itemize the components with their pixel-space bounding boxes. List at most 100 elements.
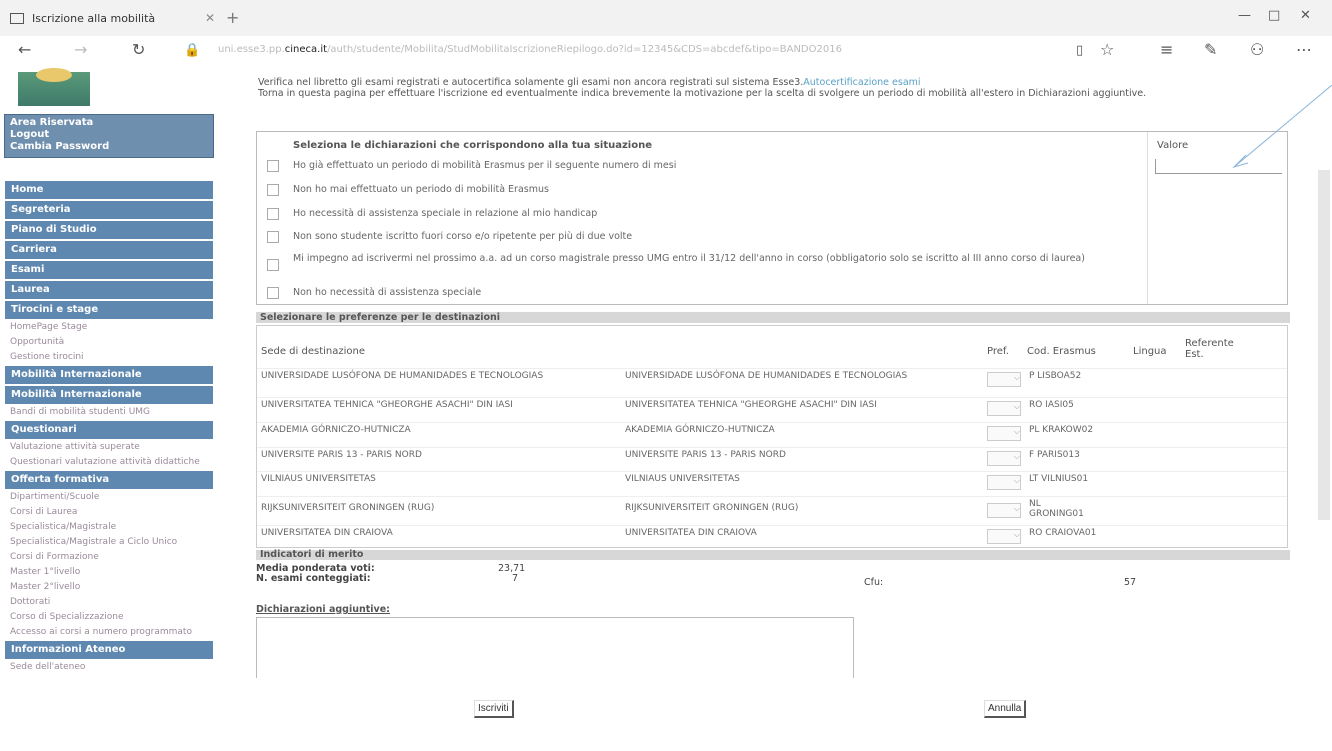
menu-laurea[interactable]: Laurea bbox=[4, 280, 214, 300]
destination-name: UNIVERSITATEA DIN CRAIOVA bbox=[261, 528, 393, 538]
menu-opportunita[interactable]: Opportunità bbox=[4, 335, 214, 350]
menu-home[interactable]: Home bbox=[4, 180, 214, 200]
maximize-icon[interactable]: □ bbox=[1268, 8, 1280, 23]
browser-tab[interactable]: Iscrizione alla mobilità ✕ bbox=[10, 6, 215, 30]
menu-questionari-valutazione[interactable]: Questionari valutazione attività didatti… bbox=[4, 455, 214, 470]
tab-page-icon bbox=[10, 12, 24, 24]
destination-name-2: UNIVERSITE PARIS 13 - PARIS NORD bbox=[625, 450, 786, 460]
pref-select[interactable]: ⌵ bbox=[987, 529, 1021, 544]
forward-icon[interactable]: → bbox=[74, 40, 87, 59]
menu-specializzazione[interactable]: Corso di Specializzazione bbox=[4, 610, 214, 625]
menu-mobilita-2[interactable]: Mobilità Internazionale bbox=[4, 385, 214, 405]
annulla-button[interactable]: Annulla bbox=[984, 700, 1027, 718]
esami-value: 7 bbox=[512, 573, 519, 584]
menu-gestione-tirocini[interactable]: Gestione tirocini bbox=[4, 350, 214, 365]
col-lingua-header: Lingua bbox=[1133, 346, 1167, 357]
menu-valutazione-attivita[interactable]: Valutazione attività superate bbox=[4, 440, 214, 455]
declarations-box: Seleziona le dichiarazioni che corrispon… bbox=[256, 131, 1288, 305]
col-cod-header: Cod. Erasmus bbox=[1027, 346, 1096, 357]
close-window-icon[interactable]: ✕ bbox=[1300, 8, 1311, 23]
favorite-star-icon[interactable]: ☆ bbox=[1100, 40, 1114, 59]
reading-view-icon[interactable]: ▯ bbox=[1076, 43, 1083, 58]
close-tab-icon[interactable]: ✕ bbox=[205, 11, 215, 25]
url-domain: cineca.it bbox=[284, 44, 328, 55]
hub-icon[interactable]: ≡ bbox=[1160, 40, 1173, 59]
value-header: Valore bbox=[1157, 140, 1189, 151]
declaration-checkbox[interactable] bbox=[267, 184, 279, 196]
table-row: RIJKSUNIVERSITEIT GRONINGEN (RUG) RIJKSUN… bbox=[257, 496, 1287, 524]
pref-select[interactable]: ⌵ bbox=[987, 451, 1021, 466]
page-scrollbar[interactable] bbox=[1318, 170, 1330, 520]
declaration-checkbox[interactable] bbox=[267, 287, 279, 299]
menu-informazioni-ateneo[interactable]: Informazioni Ateneo bbox=[4, 640, 214, 660]
menu-carriera[interactable]: Carriera bbox=[4, 240, 214, 260]
destination-name-2: VILNIAUS UNIVERSITETAS bbox=[625, 474, 740, 484]
refresh-icon[interactable]: ↻ bbox=[132, 40, 145, 59]
declaration-checkbox[interactable] bbox=[267, 208, 279, 220]
destination-name: UNIVERSITE PARIS 13 - PARIS NORD bbox=[261, 450, 422, 460]
menu-dipartimenti[interactable]: Dipartimenti/Scuole bbox=[4, 490, 214, 505]
menu-segreteria[interactable]: Segreteria bbox=[4, 200, 214, 220]
back-icon[interactable]: ← bbox=[18, 40, 31, 59]
extra-declarations-label: Dichiarazioni aggiuntive: bbox=[256, 604, 390, 615]
new-tab-icon[interactable]: + bbox=[226, 8, 239, 27]
menu-corsi-formazione[interactable]: Corsi di Formazione bbox=[4, 550, 214, 565]
col-sede-header: Sede di destinazione bbox=[261, 346, 365, 357]
menu-specialistica[interactable]: Specialistica/Magistrale bbox=[4, 520, 214, 535]
menu-mobilita-1[interactable]: Mobilità Internazionale bbox=[4, 365, 214, 385]
declaration-checkbox[interactable] bbox=[267, 259, 279, 271]
menu-sede-ateneo[interactable]: Sede dell'ateneo bbox=[4, 660, 214, 675]
cfu-label: Cfu: bbox=[864, 577, 884, 588]
pref-select[interactable]: ⌵ bbox=[987, 372, 1021, 387]
declaration-label: Mi impegno ad iscrivermi nel prossimo a.… bbox=[293, 253, 1085, 264]
menu-ciclo-unico[interactable]: Specialistica/Magistrale a Ciclo Unico bbox=[4, 535, 214, 550]
address-bar: ← → ↻ 🔒 uni.esse3.pp.cineca.it/auth/stud… bbox=[0, 36, 1332, 66]
lock-icon: 🔒 bbox=[184, 43, 201, 58]
pref-select[interactable]: ⌵ bbox=[987, 401, 1021, 416]
destination-name-2: UNIVERSIDADE LUSÓFONA DE HUMANIDADES E T… bbox=[625, 371, 908, 381]
menu-piano-di-studio[interactable]: Piano di Studio bbox=[4, 220, 214, 240]
share-icon[interactable]: ⚇ bbox=[1250, 40, 1264, 59]
annotation-arrow bbox=[1232, 85, 1332, 169]
menu-tirocini[interactable]: Tirocini e stage bbox=[4, 300, 214, 320]
menu-esami[interactable]: Esami bbox=[4, 260, 214, 280]
value-column-divider bbox=[1147, 132, 1148, 304]
menu-master-2[interactable]: Master 2°livello bbox=[4, 580, 214, 595]
pref-select[interactable]: ⌵ bbox=[987, 475, 1021, 490]
browser-tab-bar: Iscrizione alla mobilità ✕ + — □ ✕ bbox=[0, 0, 1332, 36]
url-path: /auth/studente/Mobilita/StudMobilitaIscr… bbox=[327, 44, 842, 55]
menu-dottorati[interactable]: Dottorati bbox=[4, 595, 214, 610]
menu-bandi-mobilita[interactable]: Bandi di mobilità studenti UMG bbox=[4, 405, 214, 420]
destinations-section-title: Selezionare le preferenze per le destina… bbox=[256, 312, 1290, 323]
menu-master-1[interactable]: Master 1°livello bbox=[4, 565, 214, 580]
iscriviti-button[interactable]: Iscriviti bbox=[474, 700, 514, 718]
menu-offerta-formativa[interactable]: Offerta formativa bbox=[4, 470, 214, 490]
destination-name: VILNIAUS UNIVERSITETAS bbox=[261, 474, 376, 484]
url-field[interactable]: uni.esse3.pp.cineca.it/auth/studente/Mob… bbox=[218, 44, 1063, 58]
more-icon[interactable]: ⋯ bbox=[1296, 40, 1312, 59]
erasmus-code: RO IASI05 bbox=[1029, 400, 1074, 410]
pref-select[interactable]: ⌵ bbox=[987, 426, 1021, 441]
table-row: UNIVERSITATEA DIN CRAIOVA UNIVERSITATEA D… bbox=[257, 525, 1287, 549]
menu-homepage-stage[interactable]: HomePage Stage bbox=[4, 320, 214, 335]
erasmus-code: PL KRAKOW02 bbox=[1029, 425, 1094, 435]
minimize-icon[interactable]: — bbox=[1238, 8, 1251, 23]
declaration-checkbox[interactable] bbox=[267, 231, 279, 243]
menu-numero-programmato[interactable]: Accesso ai corsi a numero programmato bbox=[4, 625, 214, 640]
table-row: UNIVERSITE PARIS 13 - PARIS NORD UNIVERSI… bbox=[257, 447, 1287, 471]
destination-name: RIJKSUNIVERSITEIT GRONINGEN (RUG) bbox=[261, 503, 435, 513]
erasmus-code: NL GRONING01 bbox=[1029, 499, 1084, 519]
declaration-row: Ho già effettuato un periodo di mobilità… bbox=[267, 160, 1147, 172]
extra-declarations-textarea[interactable] bbox=[256, 617, 854, 678]
menu-questionari[interactable]: Questionari bbox=[4, 420, 214, 440]
area-riservata-title: Area Riservata bbox=[10, 117, 94, 128]
declaration-checkbox[interactable] bbox=[267, 160, 279, 172]
declaration-row: Ho necessità di assistenza speciale in r… bbox=[267, 208, 1147, 220]
menu-corsi-di-laurea[interactable]: Corsi di Laurea bbox=[4, 505, 214, 520]
change-password-link[interactable]: Cambia Password bbox=[10, 141, 208, 153]
logout-link[interactable]: Logout bbox=[10, 129, 208, 141]
intro-line-1: Verifica nel libretto gli esami registra… bbox=[258, 77, 804, 88]
autocertificazione-link[interactable]: Autocertificazione esami bbox=[803, 77, 920, 88]
pref-select[interactable]: ⌵ bbox=[987, 503, 1021, 518]
web-note-icon[interactable]: ✎ bbox=[1204, 40, 1217, 59]
